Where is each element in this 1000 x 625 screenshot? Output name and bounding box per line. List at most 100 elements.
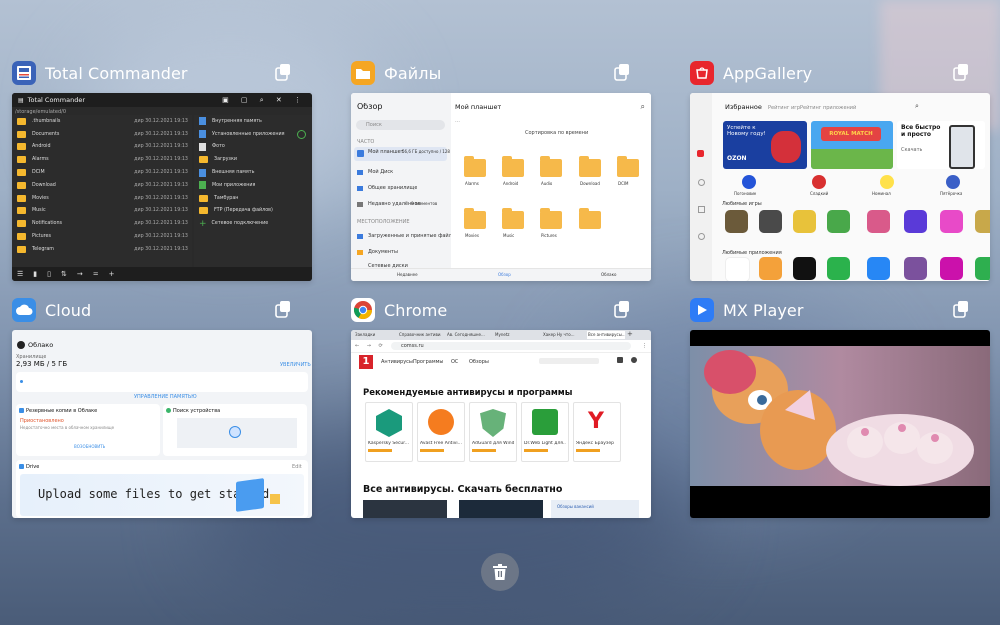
nav-recent[interactable]: Недавнее <box>397 272 418 278</box>
recent-card-appgallery[interactable]: AppGallery Избранное Рейтинг игр Рейтинг… <box>690 60 990 282</box>
folder-icon <box>17 233 26 241</box>
banner-ozon[interactable]: Успейте к Новому году! OZON <box>723 121 807 169</box>
file-row[interactable]: Pictures дир 30.12.2021 19:13 <box>12 230 192 243</box>
file-row[interactable]: DCIM дир 30.12.2021 19:13 <box>12 166 192 179</box>
split-screen-icon[interactable] <box>952 299 970 319</box>
menu-icon[interactable]: ⋮ <box>642 343 647 349</box>
nav-browse[interactable]: Обзор <box>498 272 511 278</box>
banner-shopping[interactable]: Все быстро и просто Скачать <box>897 121 985 169</box>
site-search-input[interactable] <box>539 358 599 364</box>
tab-active[interactable]: Все антивирусы... <box>587 331 625 339</box>
product-card[interactable]: Kaspersky Secur... <box>365 402 413 462</box>
banner-royal-match[interactable]: ROYAL MATCH <box>811 121 893 169</box>
sidebar-item-docs[interactable]: Документы <box>368 249 398 255</box>
recent-card-chrome[interactable]: Chrome Закладки Справочник антиви... Ав.… <box>351 297 651 519</box>
avast-icon <box>428 409 454 435</box>
resume-button[interactable]: ВОЗОБНОВИТЬ <box>74 444 105 450</box>
app-preview[interactable]: ▤ Total Commander ▣ ▢ ⌕ ✕ ⋮ /storage/emu… <box>12 93 312 281</box>
file-row[interactable]: Notifications дир 30.12.2021 19:13 <box>12 217 192 230</box>
tab[interactable]: Справочник антиви... <box>399 332 441 338</box>
wb-icon <box>940 257 963 280</box>
edit-button[interactable]: Edit <box>292 464 302 470</box>
file-row[interactable]: Telegram дир 30.12.2021 19:13 <box>12 243 192 256</box>
app-preview[interactable]: Избранное Рейтинг игр Рейтинг приложений… <box>690 93 990 281</box>
app-preview[interactable]: Облако Хранилище 2,93 МБ / 5 ГБ УВЕЛИЧИТ… <box>12 330 312 518</box>
left-pane[interactable]: .thumbnails дир 30.12.2021 19:13 Document… <box>12 115 192 267</box>
menu-item[interactable]: Антивирусы <box>381 359 413 365</box>
clear-all-button[interactable] <box>481 553 519 591</box>
tab-apps-rating[interactable]: Рейтинг приложений <box>800 105 856 111</box>
card-header: Cloud <box>12 297 91 323</box>
search-input[interactable]: Поиск <box>356 120 445 130</box>
sidebar-item-my-disk[interactable]: Мой Диск <box>368 169 393 175</box>
file-row[interactable]: Documents дир 30.12.2021 19:13 <box>12 128 192 141</box>
tab[interactable]: Mynetz <box>495 332 537 338</box>
backup-card[interactable]: Резервные копии в Облаке Приостановлено … <box>16 404 160 456</box>
location-row[interactable]: Мои приложения <box>194 179 312 192</box>
game-icon <box>827 210 850 233</box>
find-device-card[interactable]: Поиск устройства <box>163 404 307 456</box>
file-row[interactable]: Android дир 30.12.2021 19:13 <box>12 141 192 154</box>
location-row[interactable]: Фото <box>194 141 312 154</box>
file-row[interactable]: Alarms дир 30.12.2021 19:13 <box>12 153 192 166</box>
product-card[interactable]: Dr.Web Light для... <box>521 402 569 462</box>
chrome-icon <box>351 298 375 322</box>
split-screen-icon[interactable] <box>274 299 292 319</box>
recent-card-mx-player[interactable]: MX Player <box>690 297 990 519</box>
file-row[interactable]: .thumbnails дир 30.12.2021 19:13 <box>12 115 192 128</box>
folder-icon <box>17 117 26 125</box>
file-row[interactable]: Music дир 30.12.2021 19:13 <box>12 205 192 218</box>
drive-card[interactable]: Drive Edit Upload some files to get star… <box>16 460 308 518</box>
folder-icon <box>579 156 601 177</box>
ag-side-nav <box>690 93 712 281</box>
url-input[interactable]: comss.ru <box>391 342 631 350</box>
split-screen-icon[interactable] <box>952 62 970 82</box>
right-pane[interactable]: Внутренняя память Установленные приложен… <box>194 115 312 267</box>
location-row[interactable]: + Сетевое подключение <box>194 217 312 230</box>
tab[interactable]: Закладки <box>355 332 375 338</box>
folder-icon <box>17 156 26 164</box>
tab-featured[interactable]: Избранное <box>725 103 762 111</box>
menu-item[interactable]: Программы <box>413 359 443 365</box>
upload-banner[interactable]: Upload some files to get started <box>20 474 304 516</box>
app-preview[interactable]: Закладки Справочник антиви... Ав. Сегодн… <box>351 330 651 518</box>
product-card[interactable]: Avast Free Antivi... <box>417 402 465 462</box>
location-row[interactable]: Тамбуран <box>194 192 312 205</box>
folder-icon <box>17 245 26 253</box>
file-row[interactable]: Movies дир 30.12.2021 19:13 <box>12 192 192 205</box>
sort-dropdown[interactable]: Сортировка по времени <box>525 130 588 136</box>
upgrade-button[interactable]: УВЕЛИЧИТЬ <box>280 362 311 368</box>
tab[interactable]: Ав. Сегодняшне... <box>447 332 489 338</box>
sidebar-item-downloads[interactable]: Загруженные и принятые файлы <box>368 233 456 239</box>
section-apps: Любимые приложения <box>722 250 782 256</box>
tab[interactable]: Хакер Ну что... <box>543 332 583 338</box>
menu-item[interactable]: Обзоры <box>469 359 489 365</box>
location-row[interactable]: Установленные приложения <box>194 128 312 141</box>
folder-icon <box>199 207 208 215</box>
sidebar-item-shared[interactable]: Общее хранилище <box>368 185 417 191</box>
product-card[interactable]: Y Яндекс Браузер <box>573 402 621 462</box>
split-screen-icon[interactable] <box>613 299 631 319</box>
product-card[interactable]: AdGuard для Wind... <box>469 402 517 462</box>
nav-cloud[interactable]: Облако <box>601 272 617 278</box>
recent-card-files[interactable]: Файлы Обзор Поиск ЧАСТО Мой планшет 56,6… <box>351 60 651 282</box>
location-row[interactable]: Загрузки <box>194 153 312 166</box>
tab-games-rating[interactable]: Рейтинг игр <box>768 105 800 111</box>
search-icon[interactable]: ⌕ <box>641 102 645 112</box>
manage-storage-button[interactable]: УПРАВЛЕНИЕ ПАМЯТЬЮ <box>134 394 197 400</box>
app-preview[interactable] <box>690 330 990 518</box>
app-preview[interactable]: Обзор Поиск ЧАСТО Мой планшет 56,6 ГБ до… <box>351 93 651 281</box>
search-icon[interactable]: ⌕ <box>915 102 919 111</box>
location-row[interactable]: FTP (Передача файлов) <box>194 205 312 218</box>
sidebar-item-my-tablet[interactable]: Мой планшет 56,6 ГБ доступно / 128 ГБ <box>354 147 456 161</box>
location-row[interactable]: Внутренняя память <box>194 115 312 128</box>
file-row[interactable]: Download дир 30.12.2021 19:13 <box>12 179 192 192</box>
split-screen-icon[interactable] <box>613 62 631 82</box>
location-row[interactable]: Внешняя память <box>194 166 312 179</box>
recent-card-total-commander[interactable]: Total Commander ▤ Total Commander ▣ ▢ ⌕ … <box>12 60 312 282</box>
recent-card-cloud[interactable]: Cloud Облако Хранилище 2,93 МБ / 5 ГБ УВ… <box>12 297 312 519</box>
copy-icon: ▯ <box>47 270 51 278</box>
split-screen-icon[interactable] <box>274 62 292 82</box>
menu-item[interactable]: ОС <box>451 359 458 365</box>
new-tab-icon[interactable]: + <box>627 330 633 338</box>
